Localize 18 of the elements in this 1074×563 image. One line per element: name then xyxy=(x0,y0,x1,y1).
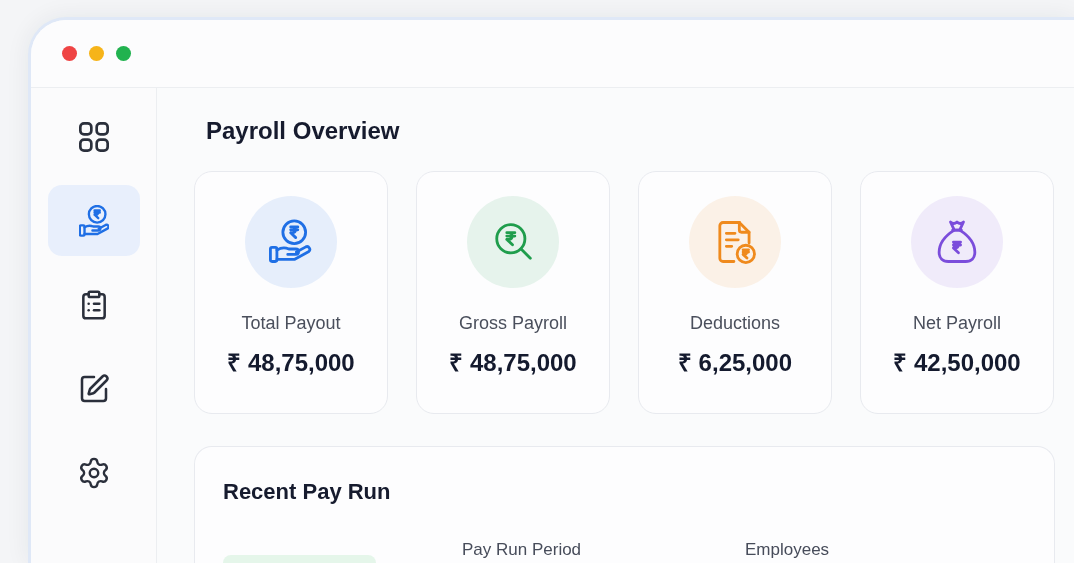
money-bag-icon xyxy=(911,196,1003,288)
column-label: Employees xyxy=(745,540,830,560)
stat-value: ₹ 6,25,000 xyxy=(677,348,793,378)
hand-coin-icon xyxy=(78,204,109,237)
rupee-magnifier-icon xyxy=(467,196,559,288)
stat-value: ₹ 48,75,000 xyxy=(449,348,577,378)
stat-label: Net Payroll xyxy=(913,312,1001,335)
section-title: Recent Pay Run xyxy=(223,478,391,506)
page-title: Payroll Overview xyxy=(206,116,400,146)
stat-label: Deductions xyxy=(689,312,781,335)
hand-coin-icon xyxy=(245,196,337,288)
document-coin-icon xyxy=(689,196,781,288)
stat-value: ₹ 42,50,000 xyxy=(893,348,1021,378)
stat-label: Total Payout xyxy=(241,312,341,335)
stat-value: ₹ 48,75,000 xyxy=(227,348,355,378)
column-label: Pay Run Period xyxy=(462,540,582,560)
grid-icon xyxy=(78,121,109,152)
stat-label: Gross Payroll xyxy=(459,312,567,335)
